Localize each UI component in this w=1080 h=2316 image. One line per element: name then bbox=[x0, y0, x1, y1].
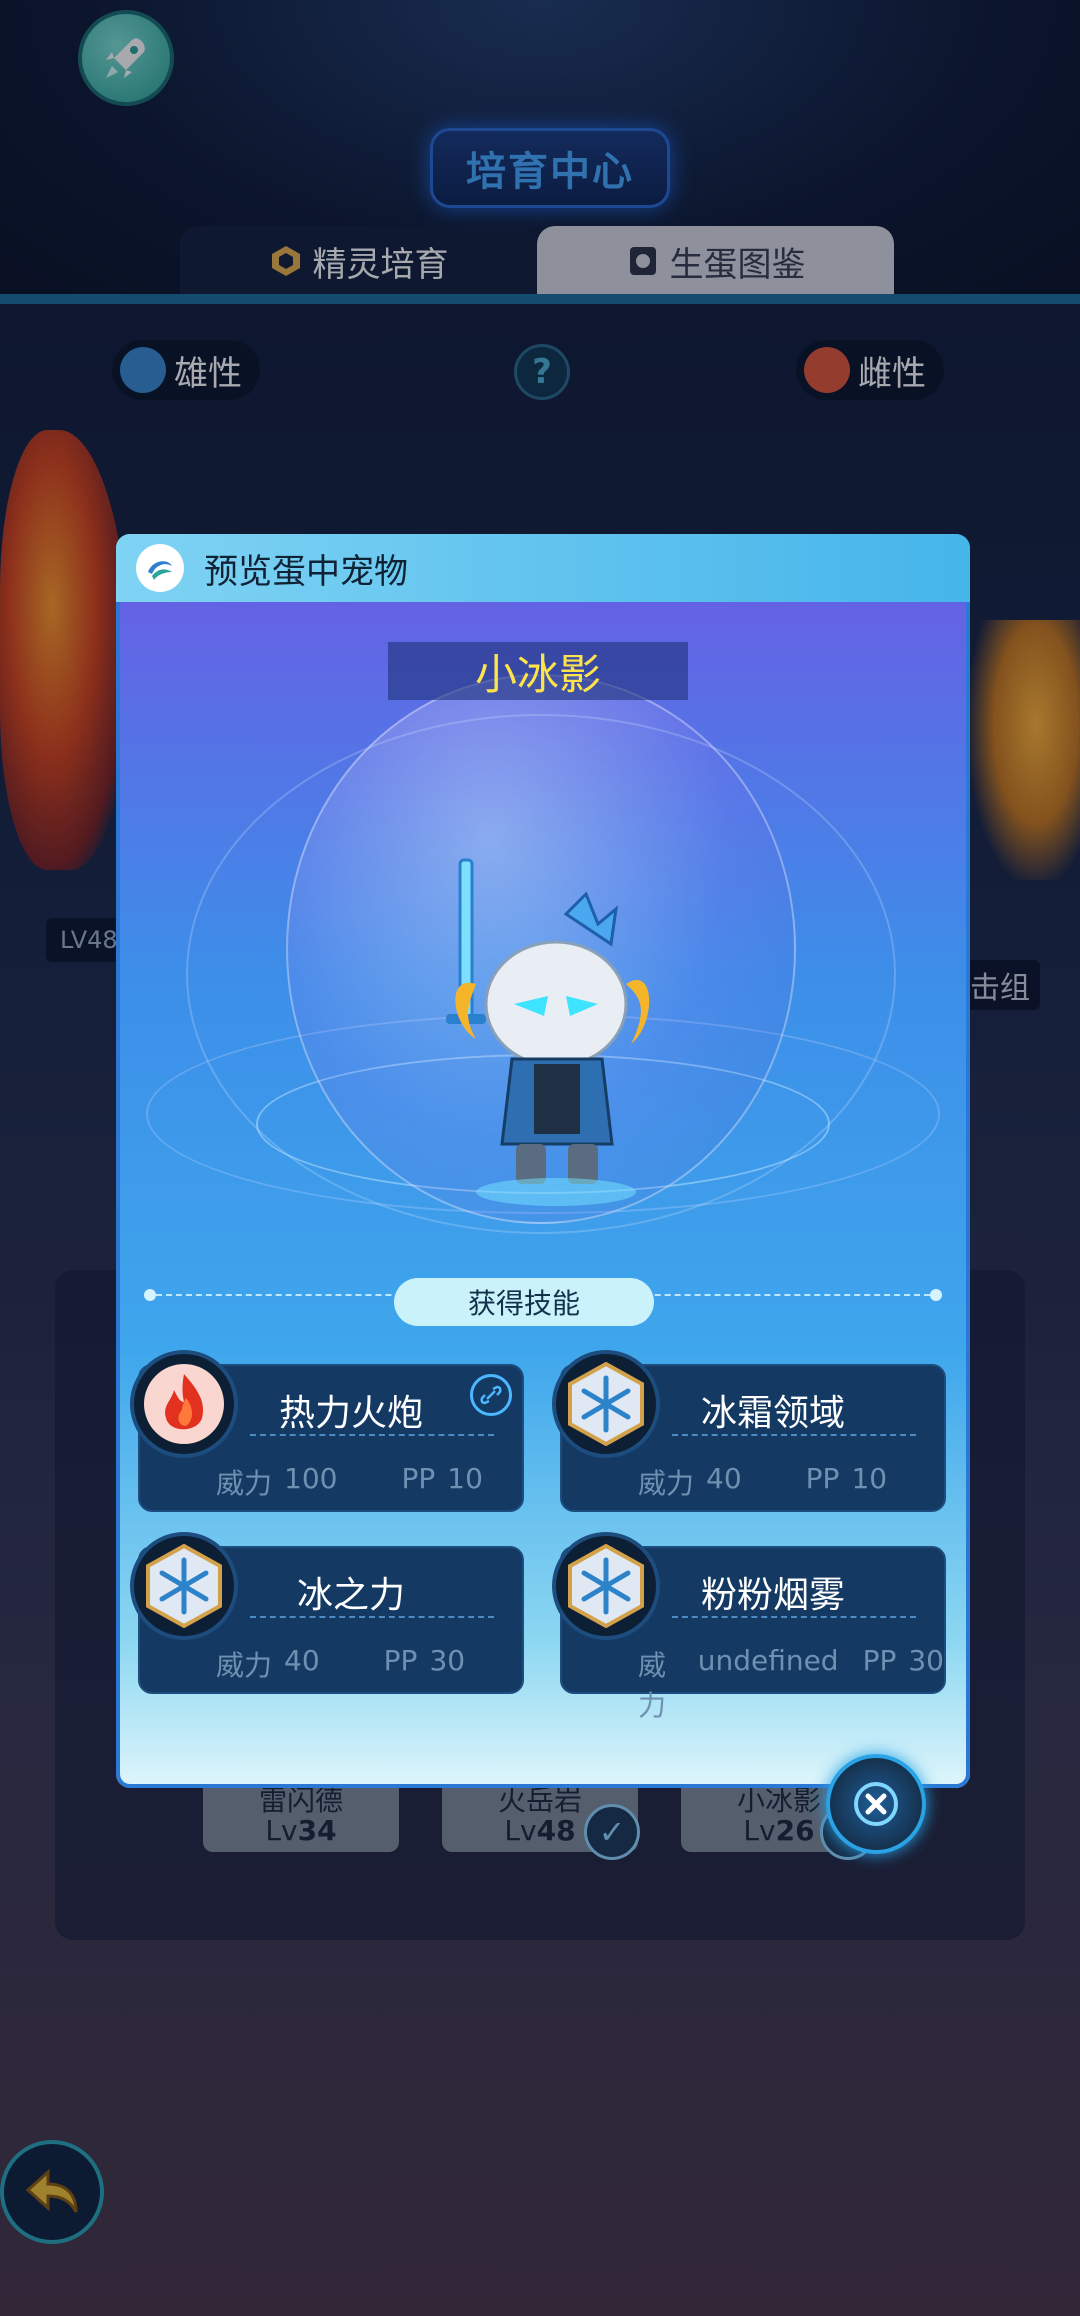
skills-heading: 获得技能 bbox=[394, 1278, 654, 1326]
pp-label: PP bbox=[805, 1462, 840, 1495]
skill-card[interactable]: 冰之力 威力 40 PP 30 bbox=[130, 1532, 524, 1694]
pp-value: 30 bbox=[908, 1644, 944, 1677]
skills-heading-text: 获得技能 bbox=[467, 1287, 580, 1320]
pp-value: 10 bbox=[851, 1462, 888, 1495]
egg-preview-modal: 预览蛋中宠物 小冰影 获得技能 热力火炮 威力 100 PP 10 冰霜领域 威… bbox=[116, 534, 970, 1788]
modal-header: 预览蛋中宠物 bbox=[116, 534, 970, 602]
power-value: 100 bbox=[284, 1462, 338, 1495]
pp-label: PP bbox=[383, 1644, 418, 1677]
skill-name: 冰霜领域 bbox=[700, 1393, 845, 1434]
game-logo-icon bbox=[136, 544, 184, 592]
pet-ice-knight-image bbox=[446, 858, 650, 1206]
skill-divider bbox=[250, 1434, 494, 1436]
skill-name: 热力火炮 bbox=[278, 1393, 423, 1434]
skill-divider bbox=[672, 1434, 916, 1436]
skill-card[interactable]: 冰霜领域 威力 40 PP 10 bbox=[552, 1350, 946, 1512]
power-value: 40 bbox=[706, 1462, 742, 1495]
skill-divider bbox=[672, 1616, 916, 1618]
skill-stats: 威力 40 PP 10 bbox=[638, 1462, 887, 1502]
divider-dot bbox=[930, 1289, 942, 1301]
pp-label: PP bbox=[401, 1462, 436, 1495]
close-icon bbox=[854, 1782, 898, 1826]
power-value: undefined bbox=[697, 1644, 839, 1677]
skill-card[interactable]: 粉粉烟雾 威力 undefined PP 30 bbox=[552, 1532, 946, 1722]
skill-stats: 威力 undefined PP 30 bbox=[638, 1644, 944, 1724]
power-label: 威力 bbox=[638, 1649, 667, 1722]
power-label: 威力 bbox=[638, 1467, 695, 1500]
link-icon[interactable] bbox=[470, 1374, 512, 1416]
modal-title: 预览蛋中宠物 bbox=[204, 551, 408, 592]
skill-divider bbox=[250, 1616, 494, 1618]
skill-name: 粉粉烟雾 bbox=[700, 1575, 845, 1616]
skill-name: 冰之力 bbox=[296, 1575, 405, 1616]
power-value: 40 bbox=[284, 1644, 320, 1677]
pp-label: PP bbox=[862, 1644, 897, 1677]
pp-value: 30 bbox=[429, 1644, 466, 1677]
divider-dot bbox=[144, 1289, 156, 1301]
power-label: 威力 bbox=[216, 1467, 273, 1500]
skill-stats: 威力 100 PP 10 bbox=[216, 1462, 483, 1502]
close-button[interactable] bbox=[826, 1754, 926, 1854]
pp-value: 10 bbox=[447, 1462, 483, 1495]
skill-stats: 威力 40 PP 30 bbox=[216, 1644, 465, 1684]
pet-name: 小冰影 bbox=[474, 649, 601, 699]
skill-card[interactable]: 热力火炮 威力 100 PP 10 bbox=[130, 1350, 524, 1512]
pet-name-plate: 小冰影 bbox=[388, 642, 688, 700]
power-label: 威力 bbox=[216, 1649, 273, 1682]
